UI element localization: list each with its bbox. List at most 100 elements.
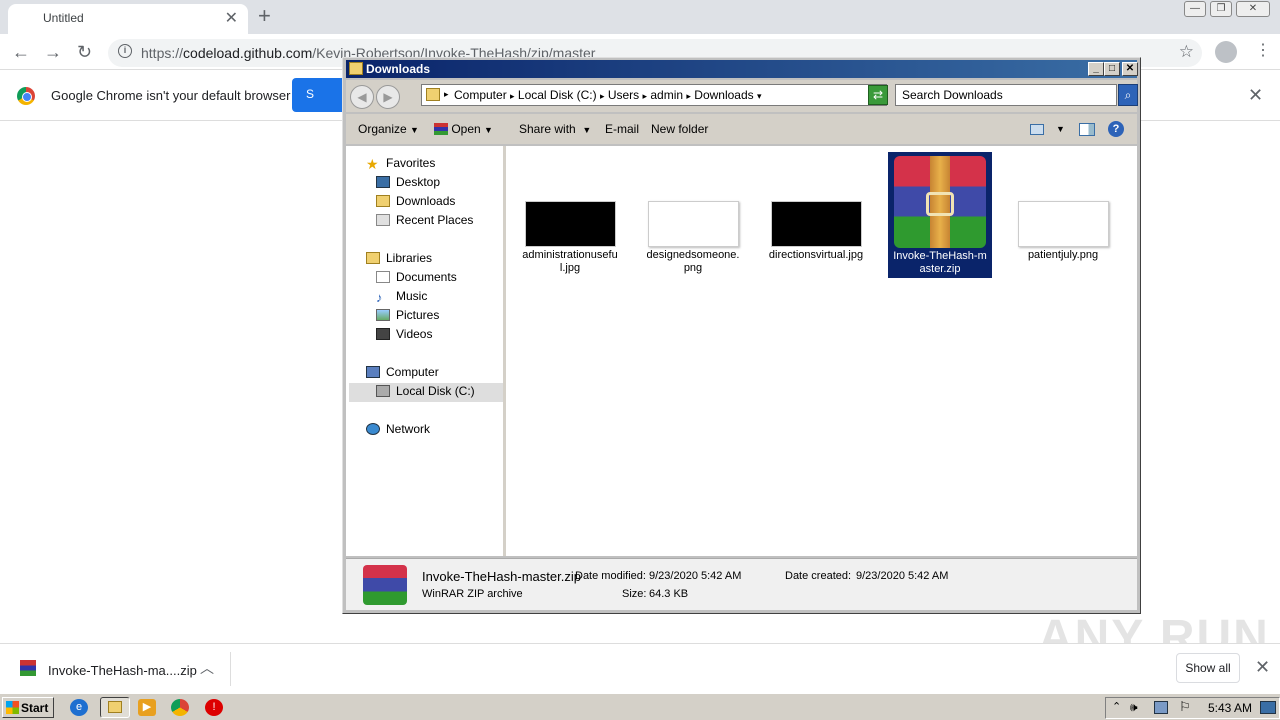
breadcrumb-chevron-icon[interactable]: ▸	[444, 89, 449, 100]
back-icon[interactable]: ←	[12, 42, 30, 63]
nav-desktop[interactable]: Desktop	[376, 175, 440, 189]
download-shelf-close-icon[interactable]: ✕	[1255, 657, 1270, 678]
breadcrumb-downloads[interactable]: Downloads	[694, 88, 753, 102]
file-item[interactable]: directionsvirtual.jpg	[764, 201, 868, 262]
nav-favorites[interactable]: ★ Favorites	[366, 156, 435, 172]
details-size-label: Size:	[622, 588, 647, 600]
show-desktop-icon[interactable]	[1260, 701, 1276, 714]
breadcrumb-admin[interactable]: admin	[650, 88, 683, 102]
profile-avatar[interactable]	[1215, 41, 1237, 63]
nav-network[interactable]: Network	[366, 422, 430, 436]
nav-desktop-label: Desktop	[396, 175, 441, 189]
view-options-chevron-icon[interactable]: ▼	[1056, 124, 1065, 134]
image-thumbnail	[524, 201, 616, 247]
download-item[interactable]: Invoke-TheHash-ma....zip	[48, 663, 197, 678]
breadcrumb-local-disk[interactable]: Local Disk (C:)	[518, 88, 597, 102]
nav-recent-places[interactable]: Recent Places	[376, 213, 473, 227]
email-button[interactable]: E-mail	[605, 122, 639, 136]
volume-icon[interactable]: 🕪	[1130, 700, 1138, 715]
explorer-title: Downloads	[366, 62, 431, 76]
documents-icon	[376, 271, 390, 283]
show-all-button[interactable]: Show all	[1176, 653, 1240, 683]
explorer-forward-button[interactable]: ▶	[376, 85, 400, 109]
file-item[interactable]: patientjuly.png	[1011, 201, 1115, 262]
change-view-icon[interactable]	[1030, 124, 1044, 135]
nav-pictures-label: Pictures	[396, 308, 440, 322]
explorer-window: Downloads _ □ ✕ ◀ ▶ ▸ Computer ▸ Local D…	[342, 57, 1141, 614]
chevron-up-icon[interactable]: ︿	[200, 658, 214, 678]
organize-button[interactable]: Organize ▼	[358, 122, 419, 136]
winrar-archive-icon	[363, 565, 407, 605]
restore-button[interactable]: ❐	[1210, 1, 1232, 17]
chrome-taskbar-icon[interactable]	[171, 699, 189, 716]
close-window-button[interactable]: ✕	[1236, 1, 1270, 17]
nav-pictures[interactable]: Pictures	[376, 308, 439, 322]
chevron-down-icon[interactable]: ▾	[757, 91, 762, 101]
new-folder-button[interactable]: New folder	[651, 122, 708, 136]
tab-untitled[interactable]: Untitled ✕	[8, 4, 248, 34]
nav-videos[interactable]: Videos	[376, 327, 432, 341]
nav-computer[interactable]: Computer	[366, 365, 439, 379]
chevron-right-icon[interactable]: ▸	[643, 91, 648, 101]
file-list: administrationusefu l.jpg designedsomeon…	[506, 146, 1137, 556]
open-label: Open	[451, 122, 481, 136]
bookmark-star-icon[interactable]: ☆	[1179, 42, 1194, 62]
search-input[interactable]: Search Downloads	[895, 84, 1117, 106]
command-bar: Organize ▼ Open ▼ Share with ▼ E-mail Ne…	[346, 114, 1137, 144]
explorer-close-button[interactable]: ✕	[1122, 62, 1138, 76]
search-icon[interactable]: ⌕	[1118, 84, 1138, 106]
explorer-maximize-button[interactable]: □	[1104, 62, 1120, 76]
details-modified-label: Date modified:	[575, 570, 646, 582]
explorer-minimize-button[interactable]: _	[1088, 62, 1104, 76]
explorer-address-bar[interactable]: ▸ Computer ▸ Local Disk (C:) ▸ Users ▸ a…	[421, 84, 887, 106]
tab-close-icon[interactable]: ✕	[225, 8, 238, 28]
nav-libraries[interactable]: Libraries	[366, 251, 432, 265]
menu-kebab-icon[interactable]: ⋮	[1255, 40, 1271, 60]
chevron-right-icon[interactable]: ▸	[510, 91, 515, 101]
explorer-title-bar[interactable]: Downloads _ □ ✕	[346, 60, 1138, 78]
site-info-icon[interactable]: i	[118, 44, 132, 58]
action-center-flag-icon[interactable]: ⚐	[1179, 699, 1191, 715]
chevron-right-icon[interactable]: ▸	[600, 91, 605, 101]
nav-local-disk[interactable]: Local Disk (C:)	[376, 384, 475, 398]
help-icon[interactable]: ?	[1108, 121, 1124, 137]
media-player-icon[interactable]: ▶	[138, 699, 156, 716]
chevron-right-icon[interactable]: ▸	[686, 91, 691, 101]
breadcrumb-users[interactable]: Users	[608, 88, 639, 102]
forward-icon[interactable]: →	[44, 42, 62, 63]
reload-icon[interactable]: ↻	[77, 42, 92, 63]
nav-downloads-label: Downloads	[396, 194, 456, 208]
nav-music[interactable]: ♪ Music	[376, 289, 427, 305]
breadcrumb: Computer ▸ Local Disk (C:) ▸ Users ▸ adm…	[454, 88, 762, 102]
folder-icon	[108, 701, 122, 713]
network-tray-icon[interactable]	[1154, 701, 1168, 714]
preview-pane-icon[interactable]	[1079, 123, 1095, 136]
breadcrumb-computer[interactable]: Computer	[454, 88, 507, 102]
new-tab-button[interactable]: +	[258, 3, 271, 29]
explorer-taskbar-button[interactable]	[100, 697, 130, 718]
libraries-icon	[366, 252, 380, 264]
open-button[interactable]: Open ▼	[434, 122, 493, 136]
details-pane: Invoke-TheHash-master.zip WinRAR ZIP arc…	[346, 558, 1137, 610]
navigation-pane: ★ Favorites Desktop Downloads Recent Plac…	[346, 146, 503, 556]
start-button[interactable]: Start	[2, 697, 54, 718]
explorer-back-button[interactable]: ◀	[350, 85, 374, 109]
tab-strip: Untitled ✕ + — ❐ ✕	[0, 0, 1280, 34]
nav-downloads[interactable]: Downloads	[376, 194, 455, 208]
internet-explorer-icon[interactable]: e	[70, 699, 88, 716]
url-scheme: https://	[141, 45, 184, 61]
file-item[interactable]: designedsomeone. png	[641, 201, 745, 275]
clock[interactable]: 5:43 AM	[1208, 701, 1252, 715]
tab-title: Untitled	[43, 11, 84, 25]
stop-icon[interactable]: !	[205, 699, 223, 716]
details-file-name: Invoke-TheHash-master.zip	[422, 569, 581, 584]
file-item-selected[interactable]: Invoke-TheHash-m aster.zip	[888, 152, 992, 278]
nav-documents[interactable]: Documents	[376, 270, 457, 284]
tray-expand-icon[interactable]: ⌃	[1112, 700, 1121, 713]
share-with-button[interactable]: Share with ▼	[519, 122, 591, 136]
infobar-close-icon[interactable]: ✕	[1248, 85, 1263, 106]
minimize-button[interactable]: —	[1184, 1, 1206, 17]
file-item[interactable]: administrationusefu l.jpg	[518, 201, 622, 275]
refresh-button[interactable]: ⇄	[868, 85, 888, 105]
details-created-label: Date created:	[785, 570, 852, 582]
